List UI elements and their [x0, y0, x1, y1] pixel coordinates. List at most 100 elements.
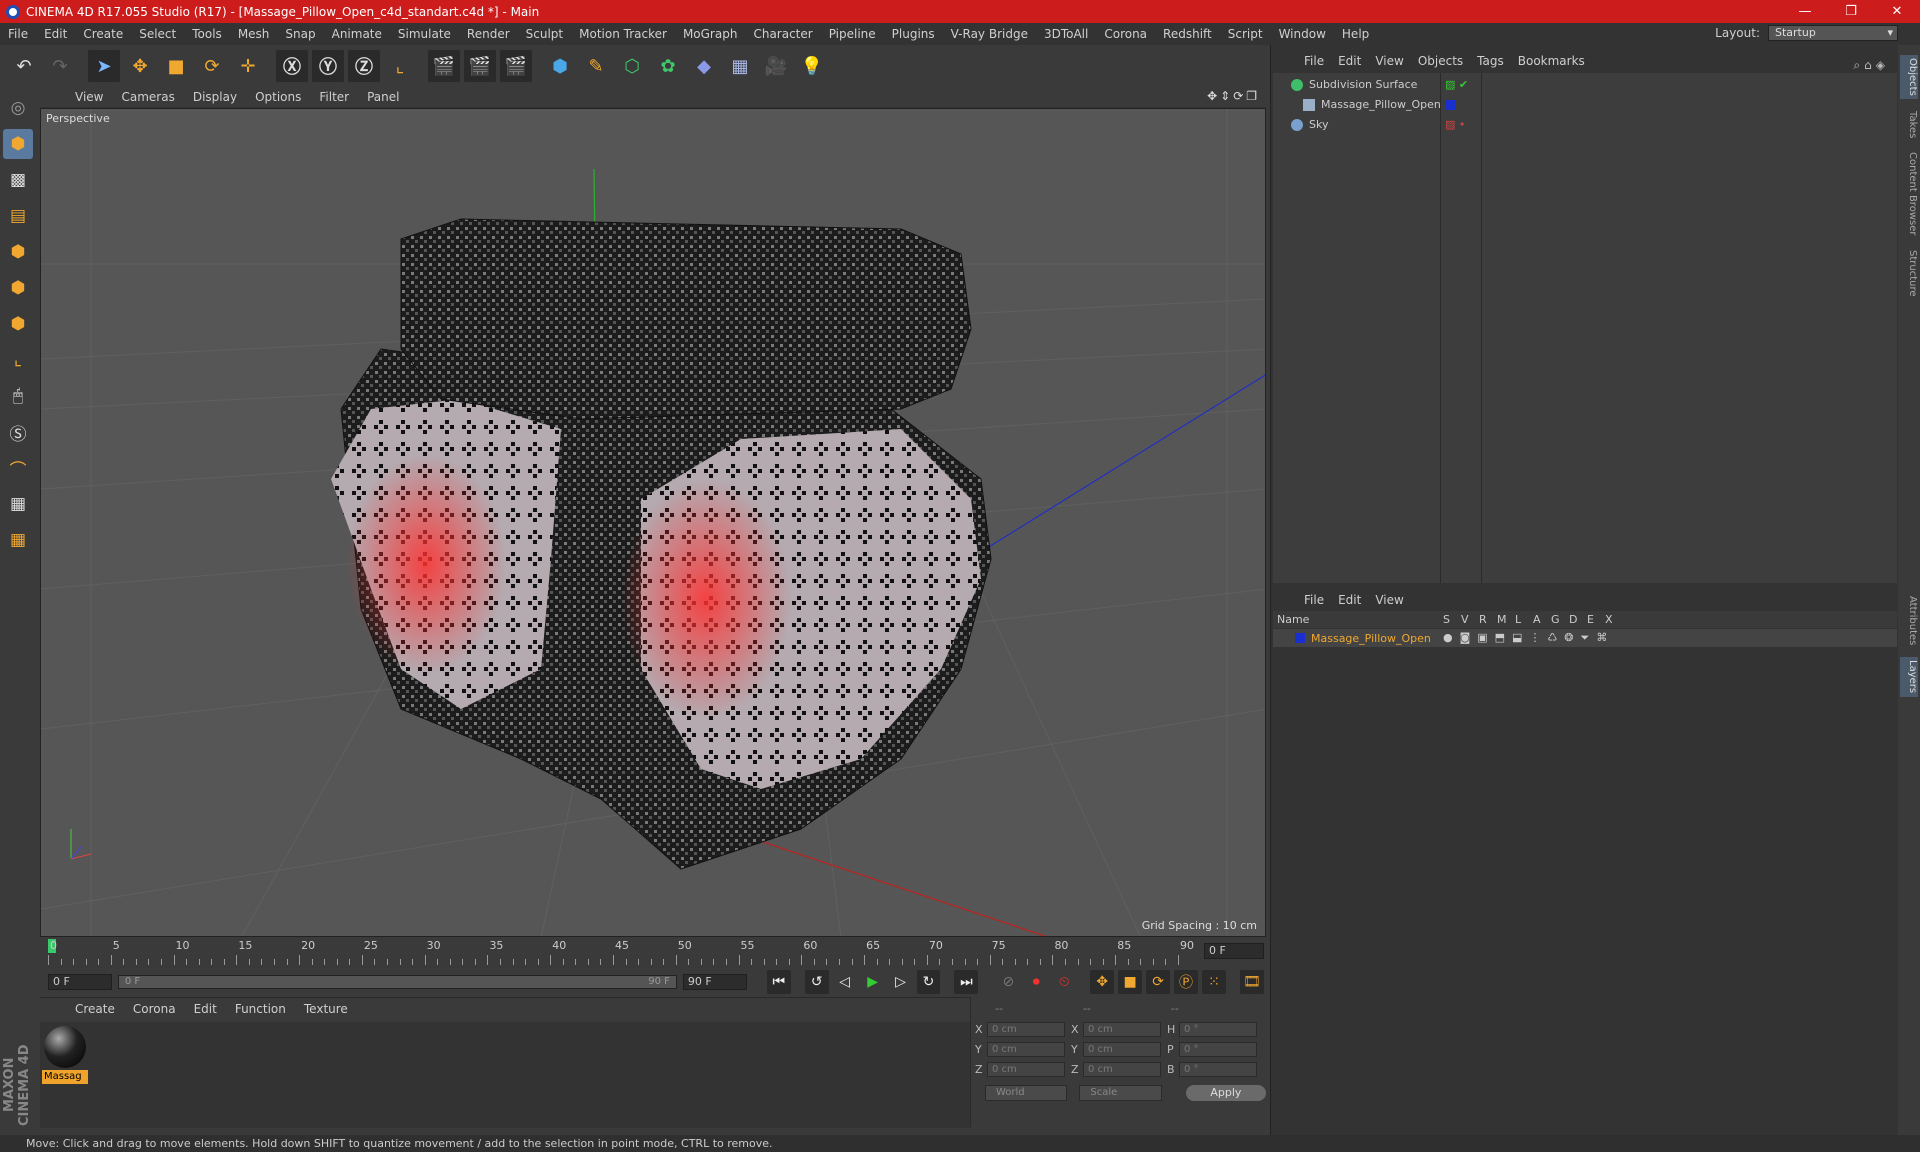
keyframe-selection-icon[interactable]: ⊘ — [996, 970, 1020, 994]
next-key-icon[interactable]: ↻ — [916, 970, 941, 994]
make-editable-icon[interactable]: ◎ — [3, 93, 33, 123]
object-manager-search-icons[interactable]: ⌕⌂◈ — [1853, 58, 1889, 73]
menu-snap[interactable]: Snap — [277, 27, 323, 41]
go-to-start-icon[interactable]: ⏮ — [766, 970, 791, 994]
menu-create[interactable]: Create — [75, 27, 131, 41]
viewport-menu-display[interactable]: Display — [184, 90, 246, 104]
mograph-cloner-icon[interactable]: ✿ — [652, 50, 684, 82]
material-preview-sphere[interactable] — [44, 1026, 86, 1068]
go-to-end-icon[interactable]: ⏭ — [954, 970, 979, 994]
layers-menu-edit[interactable]: Edit — [1331, 593, 1368, 607]
menu-pipeline[interactable]: Pipeline — [821, 27, 884, 41]
redo-icon[interactable]: ↷ — [44, 50, 76, 82]
model-mode-icon[interactable]: ⬢ — [3, 129, 33, 159]
layers-menu-file[interactable]: File — [1297, 593, 1331, 607]
menu-sculpt[interactable]: Sculpt — [518, 27, 571, 41]
rotate-tool-icon[interactable]: ⟳ — [196, 50, 228, 82]
material-menu-corona[interactable]: Corona — [124, 1002, 185, 1016]
size-mode-dropdown[interactable]: Scale — [1079, 1085, 1162, 1101]
objects-menu-view[interactable]: View — [1368, 54, 1410, 68]
record-active-objects-icon[interactable]: ⏺ — [1024, 970, 1048, 994]
y-axis-lock-icon[interactable]: Ⓨ — [312, 50, 344, 82]
menu-animate[interactable]: Animate — [324, 27, 390, 41]
coordinate-system-icon[interactable]: ⌞ — [384, 50, 416, 82]
subdivision-surface-icon[interactable]: ⬡ — [616, 50, 648, 82]
planar-workplane-icon[interactable]: ▦ — [3, 525, 33, 555]
light-bulb-icon[interactable]: 💡 — [796, 50, 828, 82]
tab-structure[interactable]: Structure — [1900, 243, 1918, 303]
close-button[interactable]: ✕ — [1874, 0, 1920, 23]
deformer-icon[interactable]: ◆ — [688, 50, 720, 82]
rotation-h-field[interactable]: 0 ° — [1179, 1021, 1257, 1037]
texture-mode-icon[interactable]: ▩ — [3, 165, 33, 195]
menu-motion-tracker[interactable]: Motion Tracker — [571, 27, 675, 41]
menu-redshift[interactable]: Redshift — [1155, 27, 1220, 41]
layout-dropdown[interactable]: Startup — [1768, 25, 1898, 41]
tab-objects[interactable]: Objects — [1900, 55, 1918, 99]
menu-character[interactable]: Character — [745, 27, 820, 41]
material-menu-create[interactable]: Create — [66, 1002, 124, 1016]
viewport-menu-panel[interactable]: Panel — [358, 90, 408, 104]
current-frame-field[interactable]: 0 F — [1204, 943, 1264, 959]
perspective-viewport[interactable]: Perspective Grid Spacing : 10 cm — [40, 108, 1266, 937]
snap-magnet-icon[interactable]: ⌒ — [3, 453, 33, 483]
timeline-window-icon[interactable]: 🎞 — [1239, 970, 1264, 994]
objects-menu-objects[interactable]: Objects — [1411, 54, 1470, 68]
timeline-ruler[interactable]: 0 5 10 15 20 25 30 35 40 45 50 55 60 65 70 75 80 85 90 0 F — [40, 937, 1266, 967]
objects-menu-file[interactable]: File — [1297, 54, 1331, 68]
apply-button[interactable]: Apply — [1185, 1085, 1266, 1101]
edges-mode-icon[interactable]: ⬢ — [3, 273, 33, 303]
previous-frame-icon[interactable]: ◁ — [833, 970, 857, 994]
solo-mode-icon[interactable]: Ⓢ — [3, 417, 33, 447]
layer-toggle-icons[interactable]: ●◙▣⬒⬓⋮♺❂⏷⌘ — [1443, 631, 1614, 645]
position-z-field[interactable]: 0 cm — [987, 1061, 1065, 1077]
rotation-p-field[interactable]: 0 ° — [1179, 1041, 1257, 1057]
axis-mode-icon[interactable]: ⌞ — [3, 345, 33, 375]
key-scale-icon[interactable]: ■ — [1118, 970, 1143, 994]
frame-range-slider[interactable]: 0 F 90 F — [117, 975, 677, 989]
enabled-check-icon[interactable]: ▨ ✔ — [1445, 78, 1468, 91]
spline-pen-icon[interactable]: ✎ — [580, 50, 612, 82]
lock-workplane-icon[interactable]: ▦ — [3, 489, 33, 519]
objects-menu-edit[interactable]: Edit — [1331, 54, 1368, 68]
layers-menu-view[interactable]: View — [1368, 593, 1410, 607]
menu-script[interactable]: Script — [1220, 27, 1271, 41]
menu-mograph[interactable]: MoGraph — [675, 27, 746, 41]
key-rotation-icon[interactable]: ⟳ — [1146, 970, 1171, 994]
coordinate-mode-dropdown[interactable]: World — [985, 1085, 1068, 1101]
end-frame-field[interactable]: 90 F — [682, 974, 747, 990]
menu-simulate[interactable]: Simulate — [390, 27, 459, 41]
autokeying-icon[interactable]: ⏲ — [1052, 970, 1076, 994]
minimize-button[interactable]: — — [1782, 0, 1828, 23]
live-select-icon[interactable]: ✛ — [232, 50, 264, 82]
tab-takes[interactable]: Takes — [1900, 105, 1918, 145]
menu-vray-bridge[interactable]: V-Ray Bridge — [943, 27, 1036, 41]
layer-color-swatch[interactable] — [1295, 633, 1305, 643]
maximize-button[interactable]: ❐ — [1828, 0, 1874, 23]
material-menu-function[interactable]: Function — [226, 1002, 295, 1016]
key-pla-icon[interactable]: ⁙ — [1202, 970, 1226, 994]
next-frame-icon[interactable]: ▷ — [889, 970, 913, 994]
select-arrow-icon[interactable]: ➤ — [88, 50, 120, 82]
menu-corona[interactable]: Corona — [1096, 27, 1155, 41]
menu-tools[interactable]: Tools — [184, 27, 230, 41]
floor-scene-icon[interactable]: ▦ — [724, 50, 756, 82]
menu-plugins[interactable]: Plugins — [884, 27, 943, 41]
render-view-icon[interactable]: 🎬 — [428, 50, 460, 82]
massage-pillow-model[interactable] — [331, 218, 992, 870]
key-parameter-icon[interactable]: Ⓟ — [1174, 970, 1199, 994]
viewport-menu-cameras[interactable]: Cameras — [112, 90, 183, 104]
viewport-menu-options[interactable]: Options — [246, 90, 310, 104]
size-z-field[interactable]: 0 cm — [1083, 1061, 1161, 1077]
menu-file[interactable]: File — [0, 27, 36, 41]
position-x-field[interactable]: 0 cm — [987, 1021, 1065, 1037]
viewport-menu-view[interactable]: View — [66, 90, 112, 104]
menu-mesh[interactable]: Mesh — [230, 27, 278, 41]
layer-row-massage-pillow[interactable]: Massage_Pillow_Open ●◙▣⬒⬓⋮♺❂⏷⌘ — [1273, 629, 1897, 647]
undo-icon[interactable]: ↶ — [8, 50, 40, 82]
tag-icon[interactable]: ▨ • — [1445, 118, 1465, 131]
material-name-label[interactable]: Massag — [42, 1070, 88, 1084]
menu-help[interactable]: Help — [1334, 27, 1377, 41]
cube-primitive-icon[interactable]: ⬢ — [544, 50, 576, 82]
points-mode-icon[interactable]: ⬢ — [3, 237, 33, 267]
